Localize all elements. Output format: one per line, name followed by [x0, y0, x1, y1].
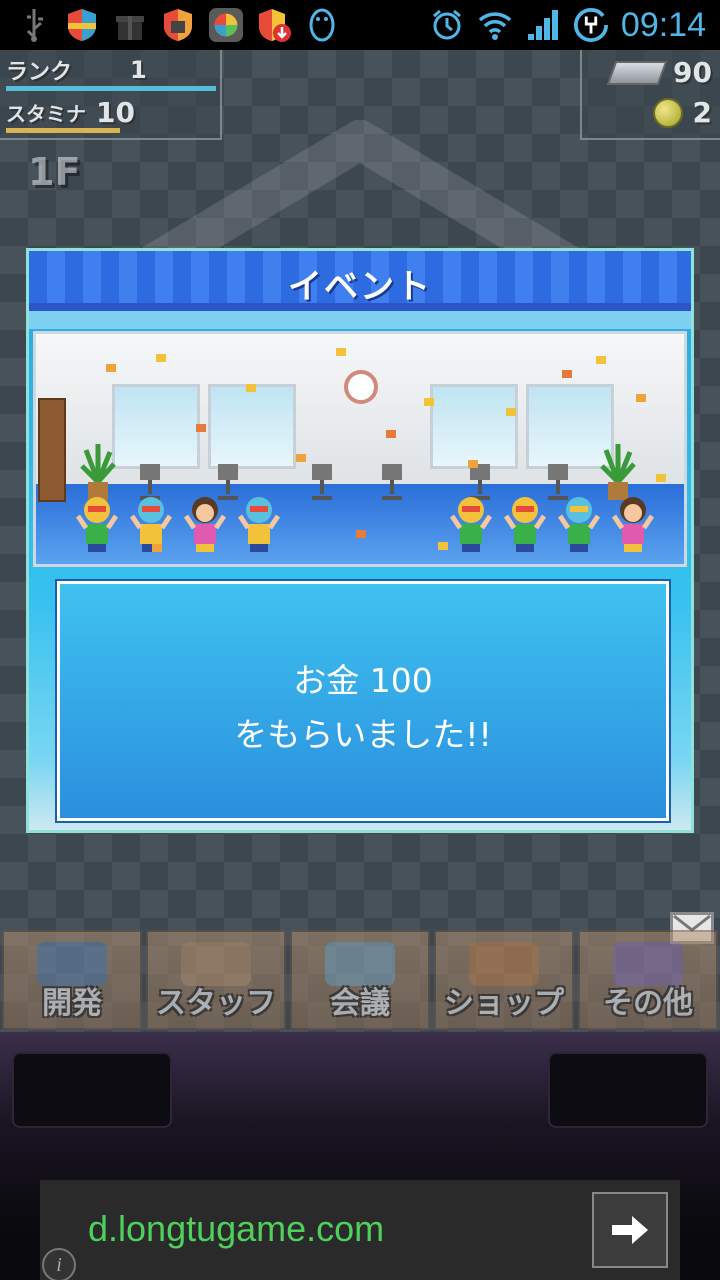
menu-label: 開発 [42, 986, 102, 1021]
arrow-right-icon [612, 1216, 648, 1244]
stamina-bar [6, 128, 120, 133]
status-bar: 09:14 [0, 0, 720, 50]
status-panel: ランク 1 スタミナ 10 [0, 50, 222, 140]
potted-plant-icon [600, 444, 636, 500]
rank-label: ランク [6, 60, 73, 85]
menu-label: 会議 [330, 986, 390, 1021]
staff-character-icon [612, 497, 654, 552]
staff-character-icon [450, 497, 492, 552]
staff-character-icon [184, 497, 226, 552]
stamina-label: スタミナ [6, 102, 86, 126]
ad-url-text[interactable]: d.longtugame.com [88, 1208, 384, 1250]
menu-staff-button[interactable]: スタッフ [146, 930, 286, 1030]
signal-icon [525, 7, 561, 43]
battery-charging-icon [573, 7, 609, 43]
office-chair-icon [382, 464, 402, 500]
confetti [106, 364, 116, 372]
staff-character-icon [238, 497, 280, 552]
confetti [296, 454, 306, 462]
ad-banner[interactable]: d.longtugame.com [40, 1180, 680, 1280]
office-celebration-image [33, 331, 687, 567]
menu-label: その他 [603, 986, 693, 1021]
staff-character-icon [130, 497, 172, 552]
wifi-icon [477, 7, 513, 43]
usb-icon [16, 7, 52, 43]
confetti [196, 424, 206, 432]
confetti [336, 348, 346, 356]
coin-icon [652, 97, 683, 128]
floor-indicator: 1F [28, 150, 81, 194]
wall-clock-icon [344, 370, 378, 404]
menu-other-button[interactable]: その他 [578, 930, 718, 1030]
ticket-counter: 90 [606, 56, 712, 89]
clock-time: 09:14 [620, 5, 706, 44]
staff-character-icon [558, 497, 600, 552]
right-soft-key[interactable] [548, 1052, 708, 1128]
shield-icon [64, 7, 100, 43]
ad-arrow-button[interactable] [592, 1192, 668, 1268]
potted-plant-icon [80, 444, 116, 500]
window [112, 384, 200, 469]
confetti [656, 474, 666, 482]
confetti [356, 530, 366, 538]
window [430, 384, 518, 469]
office-chair-icon [312, 464, 332, 500]
rank-progress-bar [6, 86, 216, 91]
event-dialog[interactable]: イベント お金 100 をもらいました!! [26, 248, 694, 833]
menu-shop-button[interactable]: ショップ [434, 930, 574, 1030]
gift-icon [112, 7, 148, 43]
ticket-icon [606, 60, 668, 85]
stamina-value: 10 [96, 96, 135, 129]
shield-icon [160, 7, 196, 43]
reward-received-text: をもらいました!! [234, 715, 492, 754]
event-message-box[interactable]: お金 100 をもらいました!! [55, 579, 671, 823]
confetti [156, 354, 166, 362]
game-screen[interactable]: ランク 1 スタミナ 10 1F 90 2 イベント お金 100 をもらいまし… [0, 50, 720, 1035]
dialog-title: イベント [288, 267, 432, 307]
confetti [246, 384, 256, 392]
menu-meeting-button[interactable]: 会議 [290, 930, 430, 1030]
bottom-menu: 開発 スタッフ 会議 ショップ その他 [0, 930, 720, 1032]
confetti [438, 542, 448, 550]
penguin-icon [304, 7, 340, 43]
rank-value: 1 [130, 56, 147, 84]
coin-count: 2 [692, 96, 712, 129]
confetti [596, 356, 606, 364]
confetti [562, 370, 572, 378]
confetti [506, 408, 516, 416]
confetti [386, 430, 396, 438]
resource-panel: 90 2 [580, 50, 720, 140]
staff-character-icon [76, 497, 118, 552]
stamina-row: スタミナ 10 [6, 96, 135, 129]
reward-amount-text: お金 100 [293, 661, 433, 700]
ticket-count: 90 [673, 56, 712, 89]
confetti [636, 394, 646, 402]
confetti [424, 398, 434, 406]
door [38, 398, 66, 502]
app-icon [208, 7, 244, 43]
menu-develop-button[interactable]: 開発 [2, 930, 142, 1030]
rank-row: ランク 1 [6, 54, 147, 86]
alarm-icon [429, 7, 465, 43]
coin-counter: 2 [652, 96, 712, 129]
ad-info-icon[interactable]: i [42, 1248, 76, 1280]
menu-label: スタッフ [156, 986, 276, 1021]
confetti [152, 544, 162, 552]
window [208, 384, 296, 469]
confetti [468, 460, 478, 468]
shield-download-icon [256, 7, 292, 43]
left-soft-key[interactable] [12, 1052, 172, 1128]
staff-character-icon [504, 497, 546, 552]
menu-label: ショップ [444, 986, 564, 1021]
